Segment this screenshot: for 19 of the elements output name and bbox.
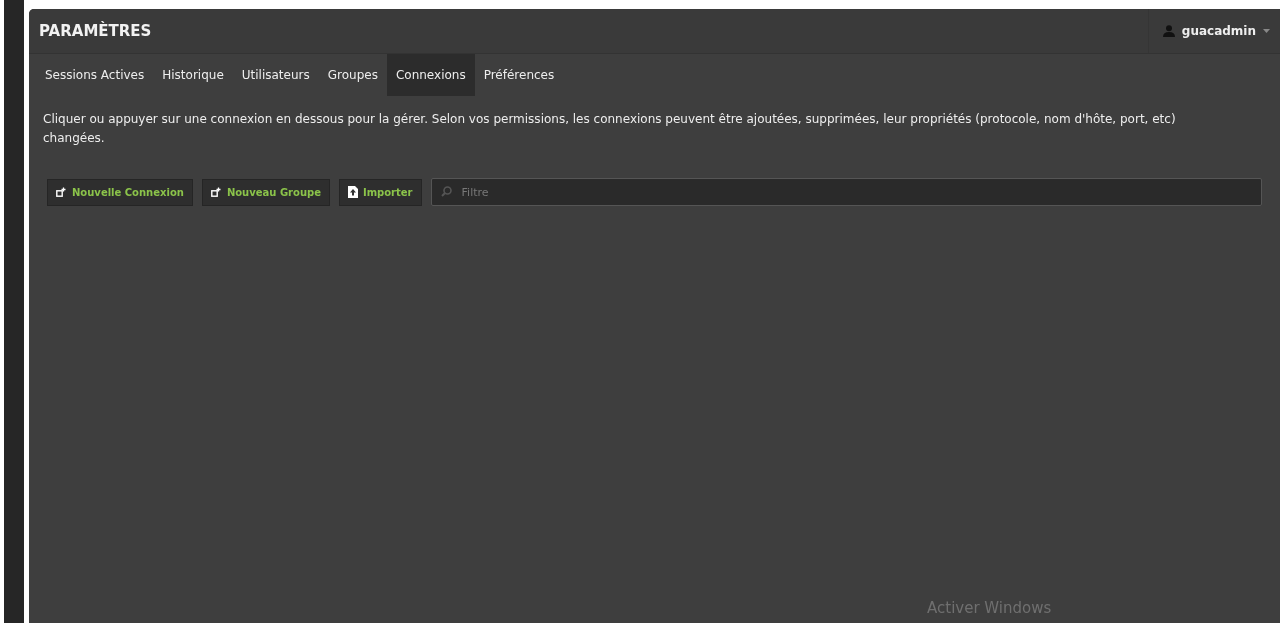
tab[interactable]: Connexions [386,54,475,96]
tab[interactable]: Historique [153,54,233,96]
tab[interactable]: Groupes [318,54,387,96]
add-icon [56,187,67,197]
caret-icon [1263,29,1270,33]
action-button[interactable]: Importer [338,178,422,206]
page-title: PARAMÈTRES [39,22,152,40]
tab[interactable]: Sessions Actives [36,54,154,96]
user-menu[interactable]: guacadmin [1147,9,1280,53]
add-icon [210,187,222,197]
tab[interactable]: Utilisateurs [232,54,319,96]
action-button[interactable]: Nouvelle Connexion [47,178,193,206]
description-text: Cliquer ou appuyer sur une connexion en dessous pour la gérer. Selon vos permissions, les connexions peuvent être ajoutées, supprimées, leur propriétés (protocole, nom d'hôte, port, etc) changées. [43,111,1177,147]
tab[interactable]: Préférences [474,54,564,96]
user-icon [1162,25,1175,37]
upload-icon [347,186,358,198]
search-icon [440,186,452,197]
filter-field[interactable]: Filtre [430,178,1262,206]
action-button[interactable]: Nouveau Groupe [201,178,330,206]
